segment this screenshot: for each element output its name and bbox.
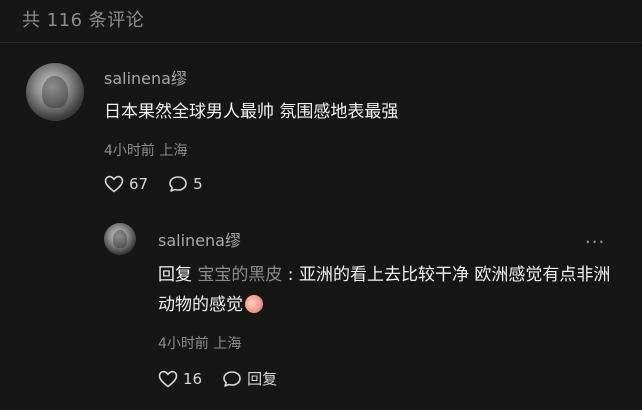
reply-text-block: 回复 宝宝的黑皮 : 亚洲的看上去比较干净 欧洲感觉有点非洲动物的感觉 [158, 260, 618, 320]
heart-outline-icon [158, 370, 178, 388]
more-dots-icon[interactable]: ··· [585, 232, 605, 253]
comment-text: 日本果然全球男人最帅 氛围感地表最强 [104, 102, 399, 122]
reply-like-count: 16 [183, 369, 203, 388]
reply-meta: 4小时前 上海 [158, 336, 242, 352]
reply-username[interactable]: salinena缪 [158, 227, 241, 251]
divider [0, 42, 642, 43]
speech-bubble-icon [223, 370, 241, 387]
reply-actions: 16 回复 [158, 368, 297, 389]
like-count: 67 [129, 175, 149, 193]
comment-actions: 67 5 [104, 175, 223, 193]
reply-label: 回复 [247, 370, 278, 388]
heart-outline-icon [104, 175, 124, 193]
like-button[interactable]: 67 [104, 175, 148, 193]
reply-prefix: 回复 [158, 265, 198, 285]
reply-count-button[interactable]: 5 [168, 175, 203, 193]
speech-bubble-icon [169, 176, 187, 192]
comment-count-header: 共 116 条评论 [22, 10, 145, 31]
reply-like-button[interactable]: 16 [158, 370, 202, 388]
reply-target-user[interactable]: 宝宝的黑皮 [197, 265, 282, 285]
comment-panel: 共 116 条评论 salinena缪 日本果然全球男人最帅 氛围感地表最强 4… [0, 0, 642, 410]
reply-button[interactable]: 回复 [222, 368, 277, 389]
comment-meta: 4小时前 上海 [104, 143, 188, 159]
reply-avatar[interactable] [104, 223, 136, 255]
peach-emoji-icon [245, 295, 263, 313]
comment-username[interactable]: salinena缪 [104, 65, 187, 89]
reply-count: 5 [193, 175, 203, 193]
avatar[interactable] [26, 63, 84, 121]
